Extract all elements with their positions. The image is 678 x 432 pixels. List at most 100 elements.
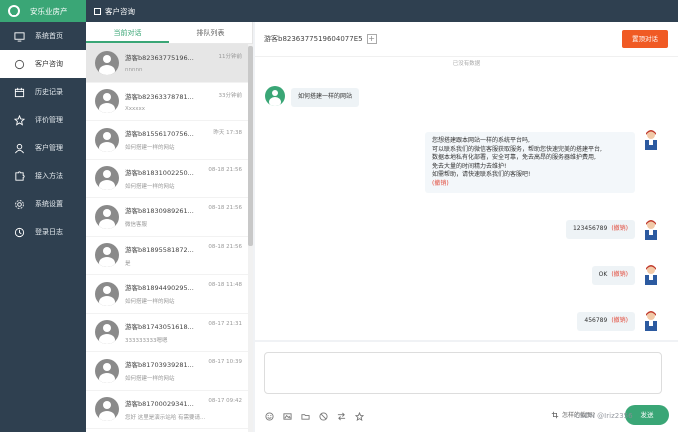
sidebar: 安乐业房产 系统首页客户咨询历史记录评价管理客户管理接入方法系统设置登录日志 xyxy=(0,0,86,432)
calendar-icon xyxy=(12,85,26,99)
scrollbar[interactable] xyxy=(248,44,253,432)
monitor-icon xyxy=(12,29,26,43)
tabs: 当前对话 排队列表 xyxy=(86,22,252,44)
conversation-preview: 如何搭建一样的网站 xyxy=(125,145,175,152)
agent-reply-line: 免去大量的时间精力去维护! xyxy=(432,162,507,170)
agent-reply: 您想搭建跟本网站一样的系统平台吗, 可以联系我们的微信客服获取服务，帮助您快速完美… xyxy=(425,132,635,193)
visitor-name: 游客b81700029341... xyxy=(125,399,194,408)
visitor-message: 如何搭建一样的网站 xyxy=(291,88,360,107)
conversation-preview: 333333333嗯嗯 xyxy=(125,337,168,344)
sidebar-item-6[interactable]: 接入方法 xyxy=(0,162,86,190)
withdraw-link[interactable]: (撤销) xyxy=(611,271,628,278)
conversation-item[interactable]: 游客b81703939281... 08-17 10:39 如何搭建一样的网站 xyxy=(86,352,248,391)
sidebar-item-label: 接入方法 xyxy=(35,172,63,180)
emoji-icon[interactable] xyxy=(265,412,274,421)
tab-current[interactable]: 当前对话 xyxy=(86,22,169,43)
no-more-data: 已没有数据 xyxy=(452,61,481,67)
visitor-avatar xyxy=(95,358,119,383)
visitor-avatar xyxy=(95,127,119,152)
sidebar-item-label: 系统首页 xyxy=(35,32,63,40)
sidebar-item-5[interactable]: 客户管理 xyxy=(0,134,86,162)
sidebar-item-4[interactable]: 评价管理 xyxy=(0,106,86,134)
visitor-avatar xyxy=(95,166,119,191)
agent-message-1: 123456789 (撤销) xyxy=(565,220,635,239)
agent-avatar-icon xyxy=(641,218,661,240)
chat-header: 游客b8236377519604077E5 + xyxy=(255,22,678,56)
agent-message-3: 456789 (撤销) xyxy=(577,312,635,331)
conversation-item[interactable]: 游客b82363378781... 33分钟前 Xxxxxx xyxy=(86,83,248,121)
conversation-item[interactable]: 游客b81700029341... 08-17 09:42 您好 这里是演示站哈 有… xyxy=(86,391,248,429)
sidebar-item-label: 历史记录 xyxy=(35,88,63,96)
sidebar-item-8[interactable]: 登录日志 xyxy=(0,218,86,246)
withdraw-link[interactable]: (撤销) xyxy=(611,317,628,324)
visitor-avatar xyxy=(265,86,285,106)
conversation-preview: Xxxxxx xyxy=(125,105,146,112)
toolbar xyxy=(265,412,364,421)
image-icon[interactable] xyxy=(283,412,292,421)
visitor-name: 游客b81556170756... xyxy=(125,130,194,139)
conversation-preview: nnnnn xyxy=(125,67,143,74)
withdraw-link[interactable]: (撤销) xyxy=(611,225,628,232)
visitor-name: 游客b81703939281... xyxy=(125,361,194,370)
page-title: 客户咨询 xyxy=(105,6,135,16)
agent-message-2: OK (撤销) xyxy=(591,266,635,285)
visitor-name: 游客b82363775196... xyxy=(125,54,194,63)
conversation-item[interactable]: 游客b81743051618... 08-17 21:31 333333333嗯嗯 xyxy=(86,314,248,352)
sidebar-item-3[interactable]: 历史记录 xyxy=(0,78,86,106)
conversation-preview: 如何搭建一样的网站 xyxy=(125,376,175,383)
conversation-time: 08-17 21:31 xyxy=(208,320,242,327)
visitor-avatar xyxy=(95,397,119,422)
page-icon xyxy=(94,7,101,15)
conversation-list: 游客b82363775196... 11分钟前 nnnnn 游客b8236337878… xyxy=(86,44,248,432)
conversation-preview: 如何搭建一样的网站 xyxy=(125,183,175,190)
message-input[interactable] xyxy=(264,352,662,394)
folder-icon[interactable] xyxy=(301,412,310,421)
topbar: 客户咨询 xyxy=(86,0,678,22)
agent-avatar-icon xyxy=(641,309,661,331)
gear-icon xyxy=(12,197,26,211)
agent-avatar-icon xyxy=(641,263,661,285)
tab-queue[interactable]: 排队列表 xyxy=(169,22,252,43)
conversation-time: 08-18 11:48 xyxy=(208,282,242,289)
conversation-panel: 当前对话 排队列表 游客b82363775196... 11分钟前 nnnnn 游客b… xyxy=(86,22,253,432)
end-chat-button[interactable]: 置顶对话 xyxy=(622,30,668,48)
visitor-avatar xyxy=(95,204,119,229)
conversation-item[interactable]: 游客b81830989261... 08-18 21:56 微信客服 xyxy=(86,198,248,237)
conversation-item[interactable]: 游客b81831002250... 08-18 21:56 如何搭建一样的网站 xyxy=(86,160,248,198)
add-icon[interactable]: + xyxy=(366,34,377,44)
conversation-item[interactable]: 游客b81894490295... 08-18 11:48 如何搭建一样的网站 xyxy=(86,275,248,314)
conversation-time: 08-18 21:56 xyxy=(208,166,242,173)
sidebar-item-label: 评价管理 xyxy=(35,116,63,124)
brand: 安乐业房产 xyxy=(0,0,86,22)
sidebar-item-7[interactable]: 系统设置 xyxy=(0,190,86,218)
conversation-time: 08-17 09:42 xyxy=(208,397,242,404)
conversation-time: 33分钟前 xyxy=(218,92,243,99)
conversation-preview: 如何搭建一样的网站 xyxy=(125,299,175,306)
sidebar-item-1[interactable]: 系统首页 xyxy=(0,22,86,50)
conversation-item[interactable]: 游客b81556170756... 昨天 17:38 如何搭建一样的网站 xyxy=(86,121,248,160)
withdraw-link[interactable]: (撤销) xyxy=(432,180,628,189)
conversation-item[interactable]: 游客b82363775196... 11分钟前 nnnnn xyxy=(86,44,248,83)
rate-star-icon[interactable] xyxy=(355,412,364,421)
sidebar-item-2[interactable]: 客户咨询 xyxy=(0,50,86,78)
sidebar-item-label: 客户管理 xyxy=(35,144,63,152)
block-icon[interactable] xyxy=(319,412,328,421)
transfer-icon[interactable] xyxy=(337,412,346,421)
conversation-item[interactable]: 游客b81895581872... 08-18 21:56 是 xyxy=(86,237,248,275)
agent-avatar-icon xyxy=(641,128,661,150)
visitor-avatar xyxy=(95,320,119,345)
conversation-time: 08-18 21:56 xyxy=(208,205,242,212)
conversation-preview: 微信客服 xyxy=(125,222,148,229)
sidebar-item-label: 系统设置 xyxy=(35,200,63,208)
agent-reply-line: 数据本地私有化部署，安全可靠，免去高昂的服务器维护费用, xyxy=(432,154,596,161)
conversation-preview: 是 xyxy=(125,260,131,267)
watermark: CSDN @Iriz2356 xyxy=(575,412,633,420)
conversation-preview: 您好 这里是演示站哈 有需要请... xyxy=(125,414,206,421)
scrollbar-thumb[interactable] xyxy=(248,46,253,246)
visitor-name: 游客b81831002250... xyxy=(125,168,194,177)
visitor-name: 游客b81830989261... xyxy=(125,207,194,216)
visitor-avatar xyxy=(95,89,119,114)
clock-icon xyxy=(12,225,26,239)
puzzle-icon xyxy=(12,169,26,183)
visitor-id: 游客b8236377519604077E5 xyxy=(264,35,363,43)
